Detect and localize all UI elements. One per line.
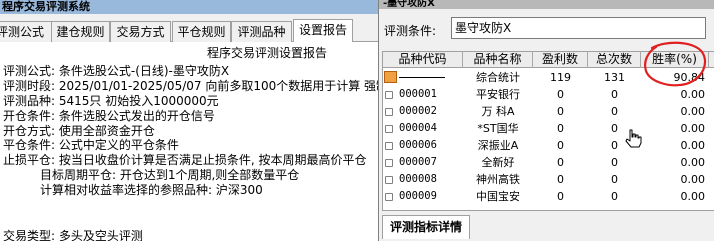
table-row[interactable]: 000009 中国宝安 0 0 0.00 — [383, 189, 714, 205]
row-name: 深振业A — [477, 139, 519, 152]
header-total[interactable]: 总次数 — [588, 52, 641, 68]
report-line-open-mode: 开仓方式: 使用全部资金开仓 — [3, 124, 155, 138]
row-name: 万 科A — [481, 105, 515, 118]
row-name: *ST国华 — [477, 122, 519, 135]
row-total: 0 — [611, 173, 618, 186]
tab-formula[interactable]: 评测公式 — [0, 21, 52, 42]
summary-name: 综合统计 — [476, 71, 520, 84]
row-total: 0 — [611, 105, 618, 118]
tab-open-rules[interactable]: 建仓规则 — [51, 21, 110, 42]
header-name[interactable]: 品种名称 — [463, 52, 533, 68]
header-win-rate[interactable]: 胜率(%) — [641, 52, 709, 68]
backtest-results-window: -墨守攻防X 评测条件: 墨守攻防X 品种代码 品种名称 盈利数 总次数 胜率(… — [378, 0, 714, 241]
checkbox-icon[interactable] — [385, 159, 393, 167]
row-profit: 0 — [557, 88, 564, 101]
tab-detail-metrics[interactable]: 评测指标详情 — [382, 215, 470, 239]
row-code: 000008 — [399, 173, 437, 185]
summary-profit: 119 — [550, 71, 571, 84]
row-total: 0 — [611, 190, 618, 203]
window-title: 程序交易评测系统 — [0, 0, 378, 14]
checkbox-icon[interactable] — [385, 142, 393, 150]
backtest-settings-window: 程序交易评测系统 评测公式 建仓规则 交易方式 平仓规则 评测品种 设置报告 程… — [0, 0, 378, 241]
row-win-rate: 0.00 — [680, 156, 706, 169]
tab-close-rules[interactable]: 平仓规则 — [172, 21, 231, 42]
table-row[interactable]: 000006 深振业A 0 0 0.00 — [383, 138, 714, 154]
checkbox-icon[interactable] — [385, 108, 393, 116]
report-line-period: 评测时段: 2025/01/01-2025/05/07 向前多取100个数据用于… — [3, 79, 378, 93]
summary-total: 131 — [604, 71, 625, 84]
row-total: 0 — [611, 88, 618, 101]
row-total: 0 — [611, 156, 618, 169]
row-code: 000009 — [399, 190, 437, 202]
results-table: 品种代码 品种名称 盈利数 总次数 胜率(%) 综合统计 119 131 90.… — [382, 51, 714, 211]
condition-select[interactable]: 墨守攻防X — [451, 17, 706, 39]
row-profit: 0 — [557, 122, 564, 135]
checkbox-icon[interactable] — [385, 176, 393, 184]
checkbox-icon[interactable] — [385, 125, 393, 133]
report-line-instruments: 评测品种: 5415只 初始投入1000000元 — [3, 94, 219, 108]
row-profit: 0 — [557, 156, 564, 169]
report-title: 程序交易评测设置报告 — [207, 46, 328, 60]
table-row[interactable]: 000004 *ST国华 0 0 0.00 — [383, 121, 714, 137]
checkbox-icon[interactable] — [385, 193, 393, 201]
hand-cursor-icon — [625, 129, 642, 148]
row-code: 000006 — [399, 139, 437, 151]
report-line-benchmark: 计算相对收益率选择的参照品种: 沪深300 — [40, 183, 263, 197]
tab-instruments[interactable]: 评测品种 — [231, 21, 292, 42]
row-win-rate: 0.00 — [680, 105, 706, 118]
table-header: 品种代码 品种名称 盈利数 总次数 胜率(%) — [383, 52, 714, 68]
row-win-rate: 0.00 — [680, 122, 706, 135]
row-profit: 0 — [557, 190, 564, 203]
row-code: 000001 — [399, 88, 437, 100]
results-window-title: -墨守攻防X — [379, 0, 714, 9]
row-win-rate: 0.00 — [680, 190, 706, 203]
row-profit: 0 — [557, 105, 564, 118]
row-code: 000007 — [399, 156, 437, 168]
checkbox-icon[interactable] — [385, 91, 393, 99]
row-profit: 0 — [557, 173, 564, 186]
summary-win-rate: 90.84 — [673, 71, 706, 84]
report-line-close-condition: 平仓条件: 公式中定义的平仓条件 — [3, 138, 179, 152]
row-code: 000002 — [399, 105, 437, 117]
header-code[interactable]: 品种代码 — [383, 52, 463, 68]
tab-trade-mode[interactable]: 交易方式 — [110, 21, 171, 42]
table-row[interactable]: 000001 平安银行 0 0 0.00 — [383, 87, 714, 103]
tab-bar: 评测公式 建仓规则 交易方式 平仓规则 评测品种 设置报告 — [0, 19, 378, 43]
row-win-rate: 0.00 — [680, 88, 706, 101]
row-win-rate: 0.00 — [680, 139, 706, 152]
row-name: 平安银行 — [476, 88, 520, 101]
chart-icon — [384, 71, 397, 83]
report-line-stop-loss: 止损平仓: 按当日收盘价计算是否满足止损条件, 按本周期最高价平仓 — [3, 153, 367, 167]
tab-report[interactable]: 设置报告 — [293, 19, 353, 43]
report-line-open-condition: 开仓条件: 条件选股公式发出的开仓信号 — [3, 109, 215, 123]
row-code: 000004 — [399, 122, 437, 134]
report-line-trade-type: 交易类型: 多头及空头评测 — [3, 229, 143, 241]
header-profit[interactable]: 盈利数 — [533, 52, 588, 68]
table-row[interactable]: 000008 神州高铁 0 0 0.00 — [383, 172, 714, 188]
summary-line — [399, 77, 445, 78]
report-line-formula: 评测公式: 条件选股公式-(日线)-墨守攻防X — [3, 64, 230, 78]
summary-row[interactable]: 综合统计 119 131 90.84 — [383, 70, 714, 86]
table-row[interactable]: 000002 万 科A 0 0 0.00 — [383, 104, 714, 120]
row-win-rate: 0.00 — [680, 173, 706, 186]
row-name: 中国宝安 — [476, 190, 520, 203]
settings-report: 程序交易评测设置报告 评测公式: 条件选股公式-(日线)-墨守攻防X 评测时段:… — [0, 42, 378, 241]
row-name: 神州高铁 — [476, 173, 520, 186]
row-profit: 0 — [557, 139, 564, 152]
condition-label: 评测条件: — [384, 24, 437, 38]
report-line-target-period: 目标周期平仓: 开仓达到1个周期,则全部数量平仓 — [40, 168, 300, 182]
table-row[interactable]: 000007 全新好 0 0 0.00 — [383, 155, 714, 171]
row-name: 全新好 — [481, 156, 515, 169]
